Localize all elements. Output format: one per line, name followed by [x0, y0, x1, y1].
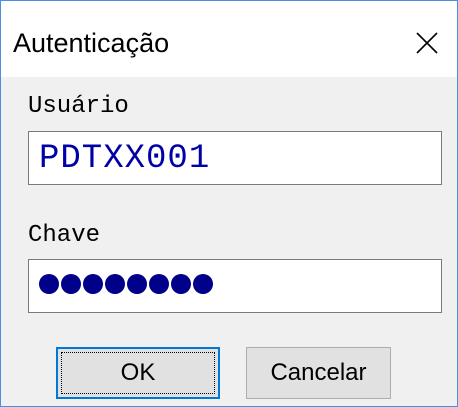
user-field-value: PDTXX001	[39, 140, 211, 178]
password-dot	[127, 274, 147, 294]
cancel-button-label: Cancelar	[270, 359, 367, 386]
dialog-body: Usuário PDTXX001 Chave OK Cancelar	[1, 77, 457, 406]
password-dot	[149, 274, 169, 294]
close-button[interactable]	[407, 23, 447, 63]
dialog-title: Autenticação	[13, 28, 170, 58]
close-icon	[416, 32, 438, 54]
focus-rectangle	[61, 352, 215, 394]
ok-button[interactable]: OK	[56, 347, 220, 399]
password-dot	[61, 274, 81, 294]
key-field[interactable]	[28, 259, 442, 313]
key-label: Chave	[28, 222, 101, 249]
auth-dialog: Autenticação Usuário PDTXX001 Chave OK C…	[0, 0, 458, 407]
password-mask	[39, 274, 213, 294]
password-dot	[105, 274, 125, 294]
title-bar: Autenticação	[1, 1, 457, 77]
user-label: Usuário	[28, 93, 129, 120]
user-field[interactable]: PDTXX001	[28, 131, 442, 185]
cancel-button[interactable]: Cancelar	[246, 347, 391, 399]
password-dot	[171, 274, 191, 294]
password-dot	[83, 274, 103, 294]
password-dot	[39, 274, 59, 294]
password-dot	[193, 274, 213, 294]
